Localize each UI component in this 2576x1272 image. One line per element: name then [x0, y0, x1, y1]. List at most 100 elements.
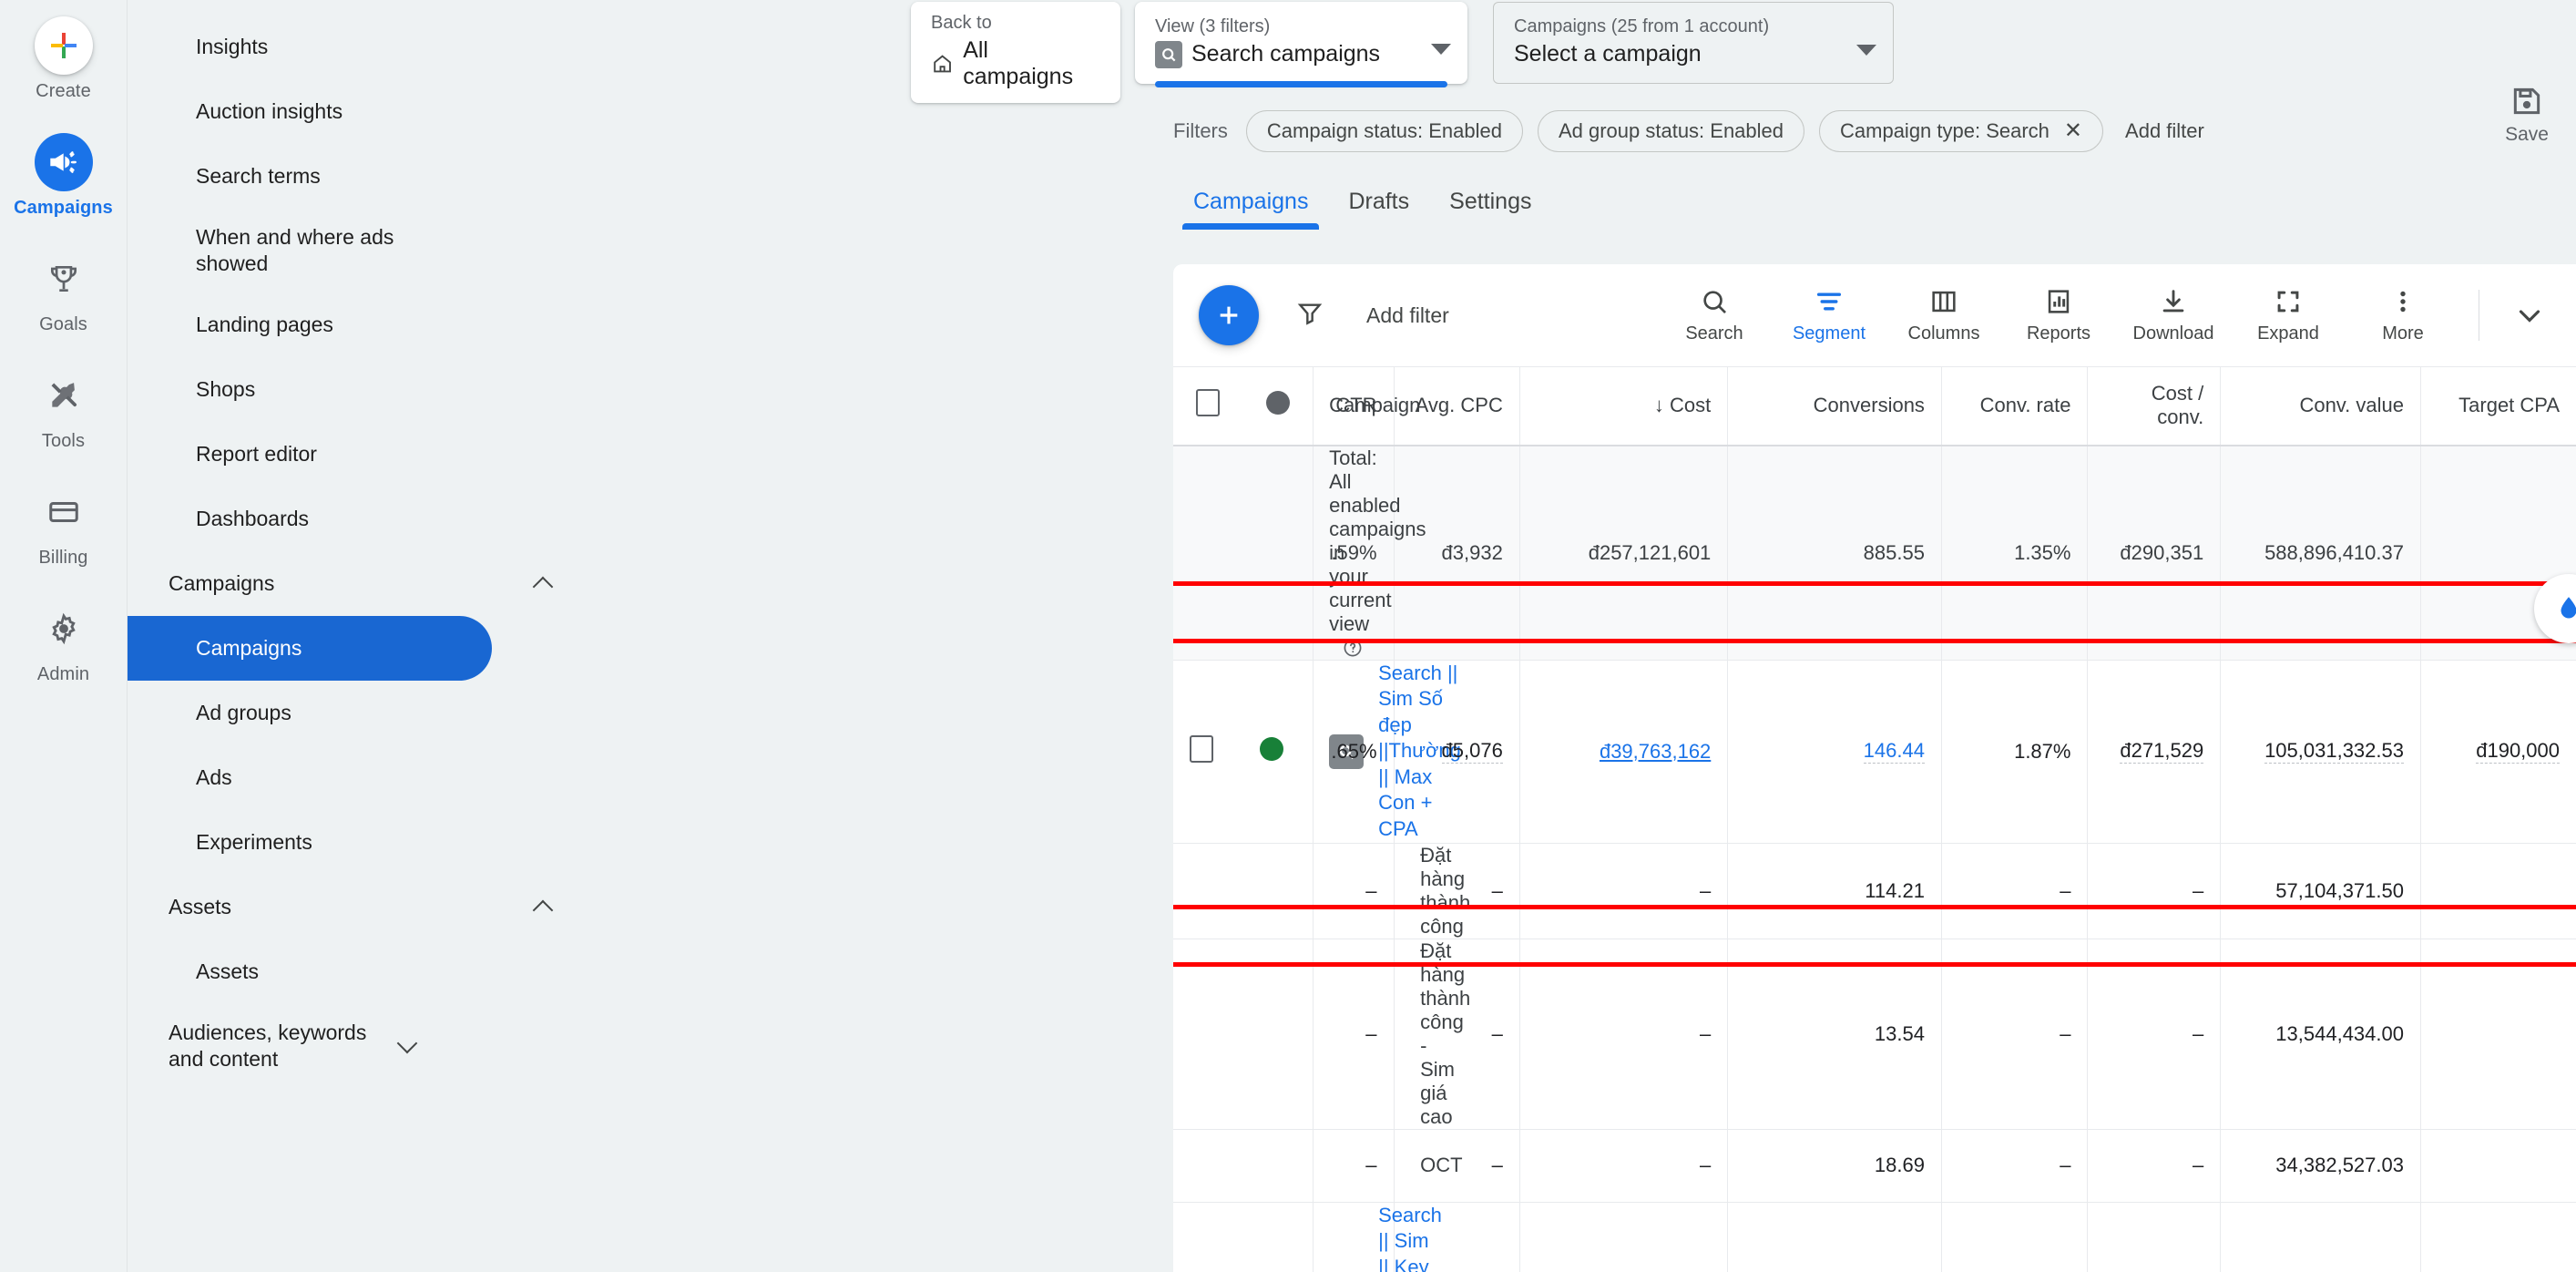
back-to-value: All campaigns — [963, 37, 1074, 89]
tool-more[interactable]: More — [2346, 286, 2460, 344]
sidebar-item-label: Campaigns — [196, 636, 302, 660]
rail-item-label: Campaigns — [14, 198, 113, 218]
sidebar-group-campaigns[interactable]: Campaigns — [128, 551, 583, 616]
rail-item-campaigns[interactable]: Campaigns — [14, 133, 114, 219]
filter-chip-campaign-status[interactable]: Campaign status: Enabled — [1245, 110, 1523, 152]
tab-label: Drafts — [1348, 189, 1410, 214]
goals-rail-pill[interactable] — [35, 250, 93, 308]
tool-label: Columns — [1907, 323, 1980, 344]
header-cost[interactable]: ↓ Cost — [1519, 366, 1729, 446]
sidebar-item-label: Assets — [196, 959, 260, 983]
sidebar-item-landing-pages[interactable]: Landing pages — [128, 292, 583, 357]
sidebar-item-label: Shops — [196, 377, 256, 401]
tool-segment[interactable]: Segment — [1772, 286, 1886, 344]
sidebar-item-label: When and where ads showed — [196, 225, 394, 275]
tool-label: Download — [2132, 323, 2214, 344]
table-row[interactable]: Search || Sim Số đẹp ||Thường || Max Con… — [1173, 659, 2576, 844]
seg-spacer-1 — [1173, 1128, 1243, 1203]
sidebar-group-audiences-keywords-and-content[interactable]: Audiences, keywords and content — [128, 1004, 583, 1088]
add-filter-link[interactable]: Add filter — [2125, 119, 2204, 143]
header-target-cpa[interactable]: Target CPA — [2420, 366, 2576, 446]
sidebar-item-auction-insights[interactable]: Auction insights — [128, 79, 583, 144]
filter-chip-label: Campaign status: Enabled — [1266, 119, 1502, 142]
sidebar-item-dashboards[interactable]: Dashboards — [128, 487, 583, 551]
filter-funnel-icon[interactable] — [1295, 299, 1324, 333]
tools-rail-pill[interactable] — [35, 366, 93, 425]
create-button[interactable] — [34, 16, 93, 75]
chevron-down-icon[interactable] — [1856, 45, 1876, 56]
status-dot-icon — [1265, 391, 1290, 415]
rail-item-label: Goals — [39, 314, 87, 334]
sidebar-item-ads[interactable]: Ads — [128, 745, 583, 810]
rail-item-goals[interactable]: Goals — [14, 250, 114, 335]
table-row[interactable]: Search || Sim || Key thương hiệu || Max … — [1173, 1201, 2576, 1272]
header-conversions[interactable]: Conversions — [1727, 366, 1942, 446]
tab-campaigns[interactable]: Campaigns — [1173, 189, 1328, 230]
tool-expand[interactable]: Expand — [2231, 286, 2346, 344]
table-row: Đặt hàng thành công - Sim giá cao – – – … — [1173, 938, 2576, 1130]
status-enabled-icon — [1259, 736, 1283, 761]
sidebar-item-shops[interactable]: Shops — [128, 357, 583, 422]
table-row-highlighted: OCT – – – 18.69 – – 34,382,527.03 — [1173, 1128, 2576, 1203]
chevron-up-icon — [532, 572, 556, 596]
sidebar-item-when-and-where-ads-showed[interactable]: When and where ads showed — [128, 209, 583, 292]
campaign-name-link[interactable]: Search || Sim || Key thương hiệu || Max … — [1378, 1203, 1444, 1272]
sidebar-item-campaigns[interactable]: Campaigns — [128, 616, 492, 681]
tool-download[interactable]: Download — [2116, 286, 2231, 344]
collapse-toolbar-button[interactable] — [2498, 298, 2561, 333]
rail-item-create[interactable]: Create — [14, 16, 114, 102]
header-conv-rate[interactable]: Conv. rate — [1941, 366, 2089, 446]
back-to-selector[interactable]: Back to All campaigns — [911, 2, 1120, 103]
row-checkbox[interactable] — [1190, 734, 1213, 763]
header-select-all[interactable] — [1173, 366, 1243, 446]
rail-item-admin[interactable]: Admin — [14, 600, 114, 685]
sidebar-item-ad-groups[interactable]: Ad groups — [128, 681, 583, 745]
help-circle-icon[interactable] — [1342, 637, 1364, 659]
filter-chip-campaign-type[interactable]: Campaign type: Search ✕ — [1819, 110, 2104, 152]
sidebar-item-insights[interactable]: Insights — [128, 15, 583, 79]
campaigns-rail-pill[interactable] — [34, 133, 93, 191]
admin-rail-pill[interactable] — [35, 600, 93, 658]
close-icon[interactable]: ✕ — [2064, 120, 2082, 142]
row-checkbox-cell[interactable] — [1173, 1201, 1243, 1272]
chevron-down-icon[interactable] — [1431, 44, 1451, 55]
tab-drafts[interactable]: Drafts — [1328, 189, 1429, 230]
sidebar-item-report-editor[interactable]: Report editor — [128, 422, 583, 487]
seg-spacer-1 — [1173, 842, 1243, 939]
tool-reports[interactable]: Reports — [2001, 286, 2116, 344]
header-status — [1242, 366, 1314, 446]
row-conversions[interactable]: 146.44 — [1727, 659, 1942, 844]
header-conv-value[interactable]: Conv. value — [2220, 366, 2421, 446]
table-add-filter[interactable]: Add filter — [1366, 303, 1449, 328]
sidebar-item-assets[interactable]: Assets — [128, 939, 583, 1004]
seg-spacer-2 — [1242, 938, 1314, 1130]
header-cost-per-conv[interactable]: Cost / conv. — [2087, 366, 2222, 446]
sidebar-item-experiments[interactable]: Experiments — [128, 810, 583, 875]
rail-item-tools[interactable]: Tools — [14, 366, 114, 452]
seg-conv-value: 13,544,434.00 — [2220, 938, 2421, 1130]
billing-rail-pill[interactable] — [35, 483, 93, 541]
tool-search[interactable]: Search — [1657, 286, 1772, 344]
rail-item-billing[interactable]: Billing — [14, 483, 114, 569]
row-checkbox-cell[interactable] — [1173, 659, 1243, 844]
select-all-checkbox[interactable] — [1196, 389, 1221, 417]
view-selector[interactable]: View (3 filters) Search campaigns — [1135, 2, 1467, 87]
expand-icon — [2277, 291, 2299, 313]
seg-conv-value: 34,382,527.03 — [2220, 1128, 2421, 1203]
rail-item-label: Billing — [38, 548, 88, 568]
tool-columns[interactable]: Columns — [1886, 286, 2001, 344]
tab-settings[interactable]: Settings — [1429, 189, 1551, 230]
sidebar-group-assets[interactable]: Assets — [128, 875, 583, 939]
row-cost[interactable]: đ39,763,162 — [1519, 659, 1729, 844]
add-campaign-button[interactable] — [1199, 285, 1259, 345]
sidebar-item-search-terms[interactable]: Search terms — [128, 144, 583, 209]
totals-spacer-2 — [1242, 445, 1314, 660]
tab-label: Campaigns — [1193, 189, 1309, 214]
seg-conversions: 18.69 — [1727, 1128, 1942, 1203]
rail-item-label: Create — [36, 81, 91, 101]
seg-cost-per-conv: – — [2087, 1128, 2222, 1203]
filter-chip-ad-group-status[interactable]: Ad group status: Enabled — [1537, 110, 1805, 152]
save-button[interactable]: Save — [2505, 84, 2549, 146]
row-conversions[interactable]: 228.15 — [1727, 1201, 1942, 1272]
campaign-selector[interactable]: Campaigns (25 from 1 account) Select a c… — [1493, 2, 1894, 84]
